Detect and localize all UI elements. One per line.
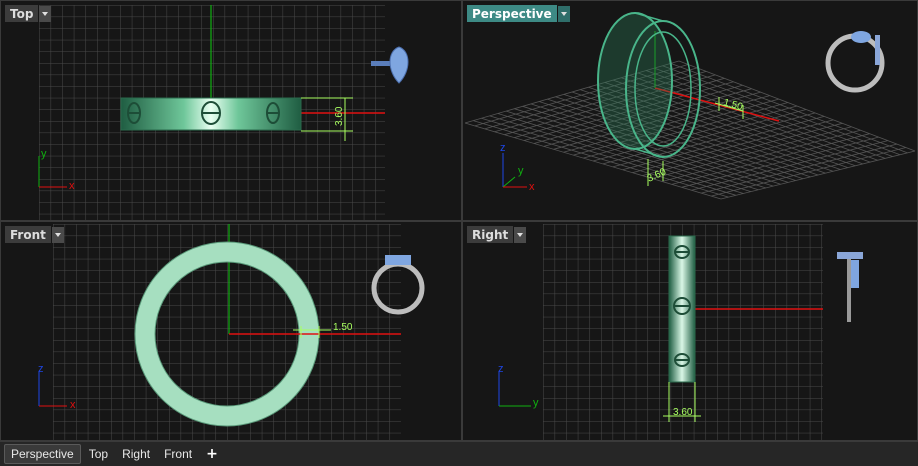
dimension-front-label: 1.50 — [333, 322, 353, 333]
svg-text:z: z — [500, 142, 506, 154]
ring-thumbnail-perspective — [825, 31, 885, 93]
ring-band-top[interactable] — [120, 97, 302, 131]
svg-text:x: x — [529, 181, 535, 193]
bottom-tab-top[interactable]: Top — [83, 445, 114, 463]
viewport-tab-top[interactable]: Top — [5, 5, 52, 22]
viewport-tab-front[interactable]: Front — [5, 226, 64, 243]
viewport-tab-right[interactable]: Right — [467, 226, 527, 243]
svg-text:y: y — [41, 148, 47, 160]
perspective-grid — [464, 60, 916, 200]
svg-text:z: z — [498, 363, 504, 375]
front-view-canvas[interactable]: 1.50 z x — [1, 222, 461, 440]
svg-text:z: z — [38, 363, 44, 375]
viewport-top[interactable]: 3.60 y x Top — [0, 0, 462, 221]
perspective-view-canvas[interactable]: 1.50 3.60 z y x — [463, 1, 917, 220]
axis-indicator-perspective: z y x — [500, 142, 535, 193]
bottom-tab-front[interactable]: Front — [158, 445, 198, 463]
svg-text:y: y — [533, 397, 539, 409]
viewport-label[interactable]: Top — [5, 5, 39, 22]
dropdown-arrow-icon[interactable] — [51, 226, 64, 243]
svg-text:x: x — [69, 180, 75, 192]
dropdown-arrow-icon[interactable] — [514, 226, 527, 243]
bottom-tab-right[interactable]: Right — [116, 445, 156, 463]
axis-indicator-right: z y — [498, 363, 539, 409]
ring-band-right[interactable] — [668, 235, 696, 383]
dimension-top-label: 3.60 — [334, 106, 345, 126]
dropdown-arrow-icon[interactable] — [557, 5, 570, 22]
add-tab-icon[interactable]: + — [200, 446, 224, 462]
svg-text:x: x — [70, 399, 76, 411]
viewport-label[interactable]: Perspective — [467, 5, 557, 22]
right-view-canvas[interactable]: 3.60 z y — [463, 222, 917, 440]
viewport-right[interactable]: 3.60 z y Right — [462, 221, 918, 441]
top-view-canvas[interactable]: 3.60 y x — [1, 1, 461, 220]
viewport-front[interactable]: 1.50 z x Front — [0, 221, 462, 441]
viewport-tab-perspective[interactable]: Perspective — [467, 5, 570, 22]
dropdown-arrow-icon[interactable] — [39, 5, 52, 22]
viewport-perspective[interactable]: 1.50 3.60 z y x Perspective — [462, 0, 918, 221]
viewport-label[interactable]: Front — [5, 226, 51, 243]
svg-text:y: y — [518, 165, 524, 177]
viewport-tab-bar: Perspective Top Right Front + — [0, 441, 918, 466]
ring-thumbnail-right — [837, 252, 863, 322]
viewport-label[interactable]: Right — [467, 226, 514, 243]
dimension-right-label: 3.60 — [673, 407, 693, 418]
dimension-perspective-label: 1.50 — [722, 97, 744, 113]
bottom-tab-perspective[interactable]: Perspective — [4, 444, 81, 464]
